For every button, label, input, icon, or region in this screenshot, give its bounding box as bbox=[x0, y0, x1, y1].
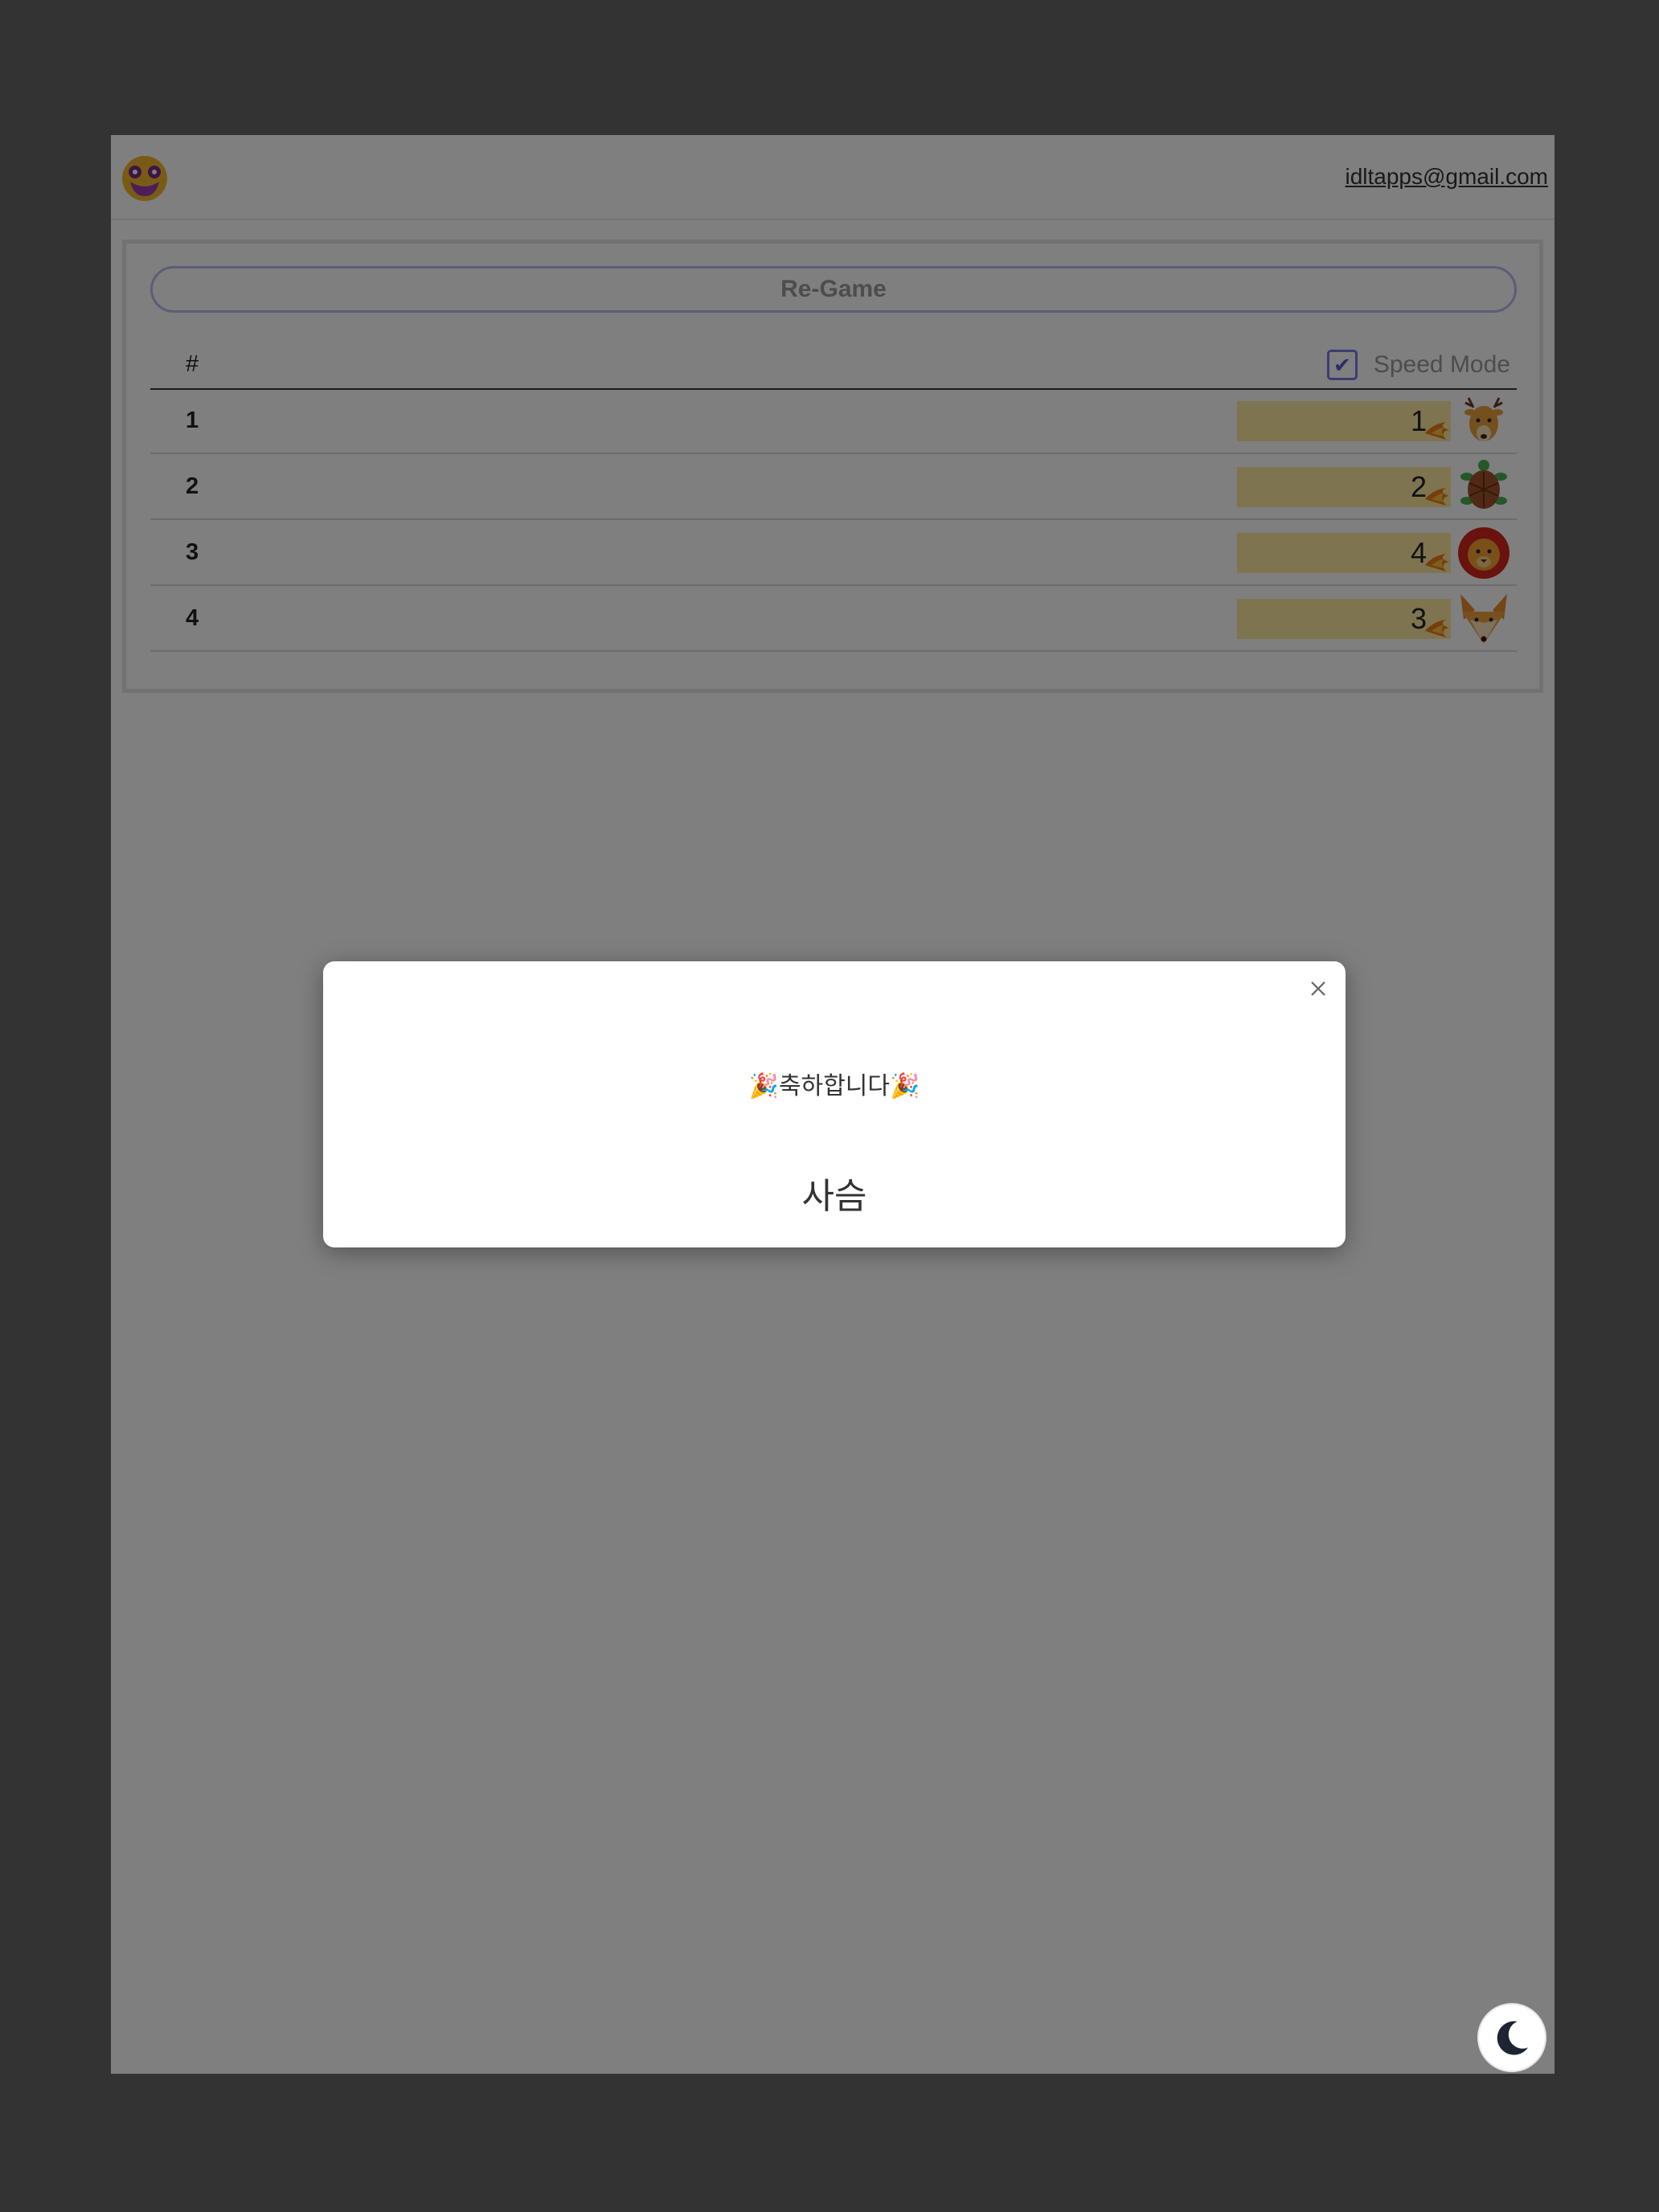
moon-icon bbox=[1497, 2021, 1529, 2055]
dark-mode-toggle[interactable] bbox=[1477, 2003, 1546, 2072]
close-icon[interactable] bbox=[1302, 973, 1334, 1005]
congrats-message: 🎉축하합니다🎉 bbox=[748, 1073, 920, 1100]
winner-name: 사슴 bbox=[801, 1177, 867, 1216]
result-modal: 🎉축하합니다🎉 사슴 bbox=[323, 961, 1346, 1247]
app-window: idltapps@gmail.com Re-Game # ✔ Speed Mod… bbox=[111, 135, 1555, 2074]
